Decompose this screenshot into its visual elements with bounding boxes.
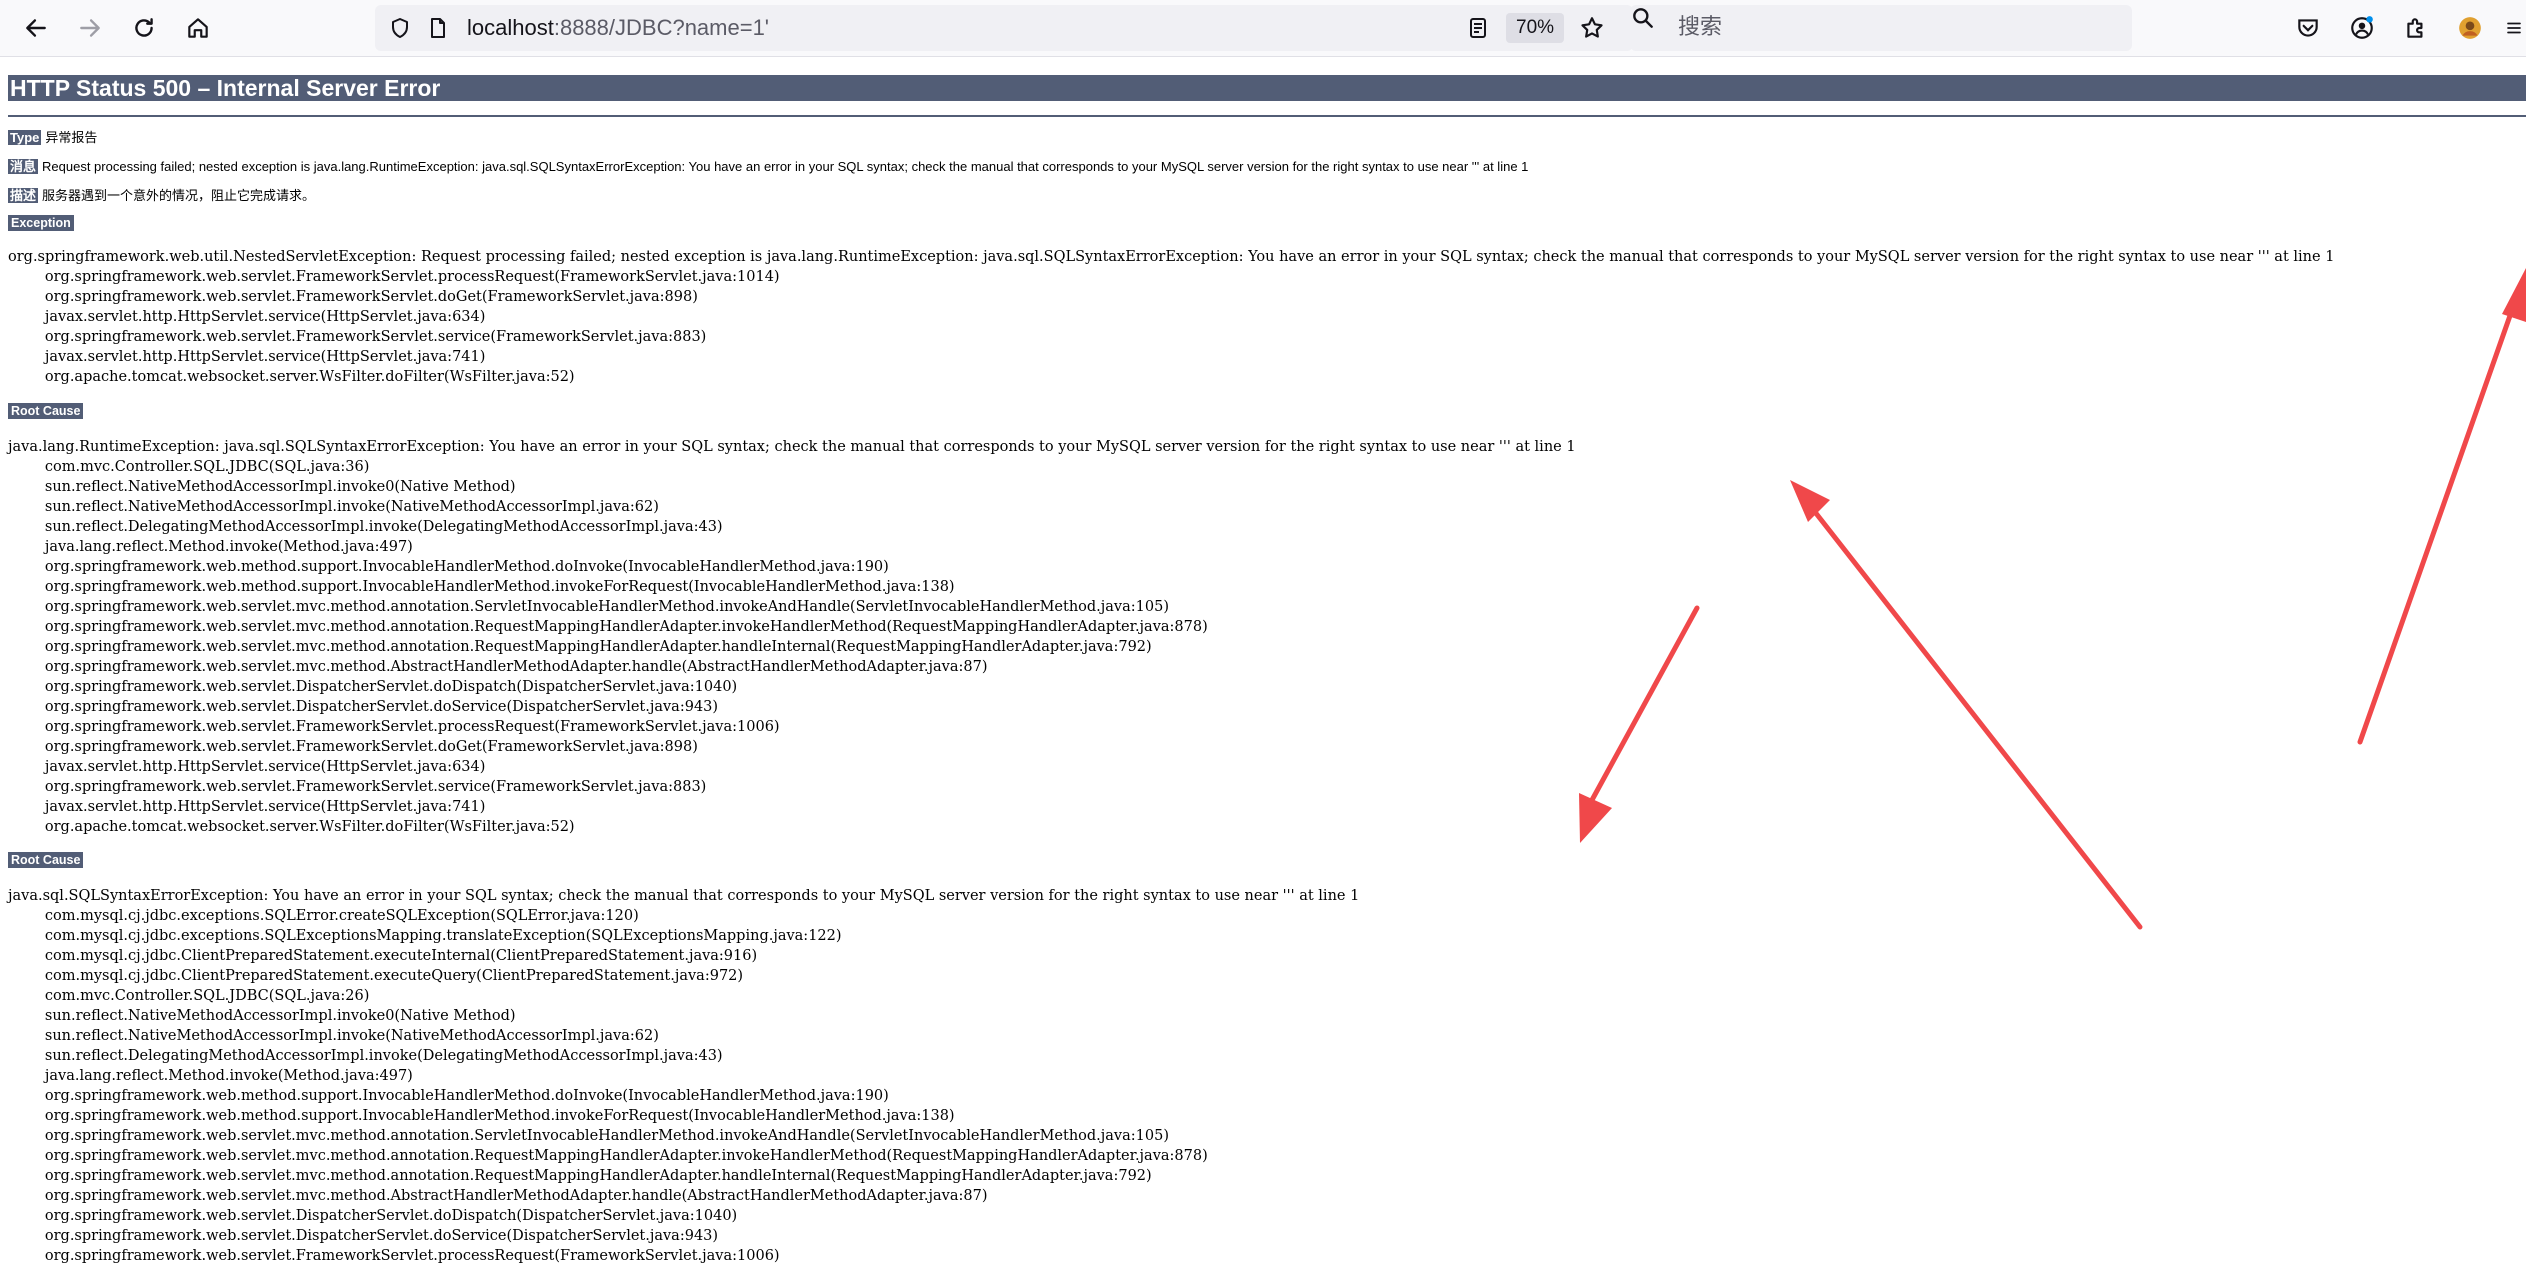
account-button[interactable] [2347,13,2377,43]
root-cause-heading-1: Root Cause [8,403,84,419]
account-icon [2351,16,2373,39]
extension-avatar-icon [2459,17,2481,39]
back-button[interactable] [18,10,54,46]
exception-stacktrace: org.springframework.web.util.NestedServl… [8,249,2335,385]
arrow-right-icon [80,19,100,37]
puzzle-icon [2407,18,2423,38]
search-bar[interactable]: 搜索 [1630,5,2132,51]
zoom-level-button[interactable]: 70% [1506,13,1565,43]
browser-toolbar: localhost:8888/JDBC?name=1' 70% 搜索 [0,0,2526,57]
message-line: 消息 Request processing failed; nested exce… [8,159,1528,175]
url-path: :8888/JDBC?name=1' [553,15,770,40]
shield-icon[interactable] [387,15,413,41]
message-label: 消息 [8,159,39,174]
arrow-left-icon [26,19,46,37]
type-label: Type [8,130,42,145]
pocket-icon [2298,19,2318,37]
pocket-button[interactable] [2293,13,2323,43]
reload-icon [135,18,153,37]
extension-avatar-button[interactable] [2455,13,2485,43]
type-line: Type 异常报告 [8,130,97,146]
extensions-button[interactable] [2401,13,2431,43]
url-host: localhost [467,15,554,40]
description-value: 服务器遇到一个意外的情况，阻止它完成请求。 [42,188,316,203]
hamburger-menu-icon [2507,22,2521,34]
search-placeholder: 搜索 [1678,15,1723,40]
search-icon [1630,8,1656,35]
description-line: 描述 服务器遇到一个意外的情况，阻止它完成请求。 [8,188,315,204]
page-content: HTTP Status 500 – Internal Server Error … [0,57,2526,1278]
bookmark-star-icon[interactable] [1579,15,1605,41]
menu-button[interactable] [2505,13,2523,43]
type-value: 异常报告 [45,130,98,145]
page-title: HTTP Status 500 – Internal Server Error [8,75,2526,101]
exception-heading: Exception [8,215,74,231]
url-text[interactable]: localhost:8888/JDBC?name=1' [467,5,769,51]
home-button[interactable] [180,10,216,46]
url-bar[interactable]: localhost:8888/JDBC?name=1' 70% [375,5,1633,51]
reload-button[interactable] [126,10,162,46]
message-value: Request processing failed; nested except… [42,159,1529,174]
home-icon [188,18,208,38]
root-cause-heading-2: Root Cause [8,852,84,868]
page-icon[interactable] [425,15,451,41]
title-divider [8,115,2526,117]
reader-view-icon[interactable] [1465,15,1491,41]
forward-button[interactable] [72,10,108,46]
root-cause-stacktrace-1: java.lang.RuntimeException: java.sql.SQL… [8,439,1576,835]
root-cause-stacktrace-2: java.sql.SQLSyntaxErrorException: You ha… [8,888,1360,1264]
description-label: 描述 [8,188,39,203]
